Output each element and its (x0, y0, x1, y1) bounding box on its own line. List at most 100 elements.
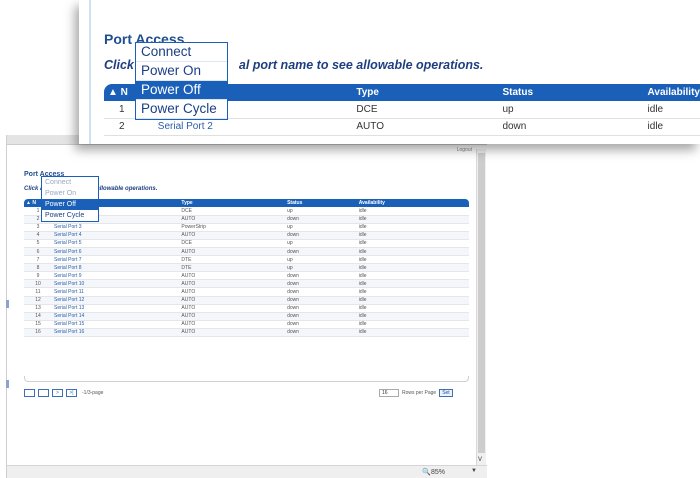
next-page-button[interactable]: > (52, 389, 63, 397)
logout-link[interactable]: Logout (457, 147, 472, 153)
port-number: 2 (104, 118, 154, 136)
menu-item-power-cycle[interactable]: Power Cycle (42, 210, 98, 221)
table-row[interactable]: 4 Serial Port 4 AUTO down idle (24, 231, 469, 240)
table-row[interactable]: 15 Serial Port 15 AUTO down idle (24, 320, 469, 329)
rows-per-page-control: 16 Rows per Page Set (379, 389, 453, 397)
table-row[interactable]: 7 Serial Port 7 DTE up idle (24, 255, 469, 265)
port-status: up (285, 207, 357, 216)
port-name-link[interactable]: Serial Port 14 (52, 312, 180, 321)
port-type: AUTO (179, 287, 286, 297)
col-type-header[interactable]: Type (179, 199, 286, 207)
port-name-link[interactable]: Serial Port 7 (52, 255, 180, 265)
port-name-link[interactable]: Serial Port 6 (52, 247, 180, 257)
port-availability: idle (356, 328, 469, 338)
port-type: AUTO (179, 304, 286, 313)
table-row[interactable]: 6 Serial Port 6 AUTO down idle (24, 247, 469, 257)
menu-item-connect[interactable]: Connect (42, 177, 98, 188)
port-status: down (285, 296, 357, 305)
port-status: down (285, 312, 357, 321)
port-name-link[interactable]: Serial Port 5 (52, 239, 180, 248)
port-availability: idle (356, 223, 469, 232)
inset-frame-edge (89, 0, 91, 144)
menu-item-power-on[interactable]: Power On (42, 188, 98, 199)
table-row[interactable]: 10 Serial Port 10 AUTO down idle (24, 279, 469, 289)
port-type: AUTO (179, 247, 286, 257)
table-row[interactable]: 11 Serial Port 11 AUTO down idle (24, 287, 469, 297)
col-availability-header[interactable]: Availability (356, 199, 469, 207)
vertical-scrollbar[interactable]: v (476, 149, 486, 465)
port-name-link[interactable]: Serial Port 16 (52, 328, 180, 338)
scrollbar-thumb[interactable] (478, 153, 485, 453)
inset-col-status-header[interactable]: Status (498, 84, 644, 101)
port-number: 6 (24, 247, 52, 257)
port-table-body: 1DCEupidle2Serial Port 2AUTOdownidle3Ser… (24, 207, 469, 338)
menu-item-power-cycle[interactable]: Power Cycle (136, 100, 227, 119)
port-name-link[interactable]: Serial Port 13 (52, 304, 180, 313)
first-page-button[interactable] (24, 389, 35, 397)
col-status-header[interactable]: Status (285, 199, 357, 207)
inset-col-availability-header[interactable]: Availability (643, 84, 700, 101)
port-availability: idle (356, 207, 469, 216)
window-edge-mark (6, 380, 9, 388)
table-row[interactable]: 5 Serial Port 5 DCE up idle (24, 239, 469, 248)
port-status: down (285, 320, 357, 329)
menu-item-power-on[interactable]: Power On (136, 62, 227, 81)
port-number: 15 (24, 320, 52, 329)
menu-item-power-off[interactable]: Power Off (42, 199, 98, 210)
port-availability: idle (356, 255, 469, 265)
prev-page-button[interactable] (38, 389, 49, 397)
port-availability: idle (643, 101, 700, 119)
page-indicator: -1/3-page (82, 390, 104, 396)
port-type: DTE (179, 263, 286, 273)
port-name-link[interactable]: Serial Port 11 (52, 287, 180, 297)
port-status: down (285, 271, 357, 281)
port-type: DCE (179, 239, 286, 248)
port-availability: idle (356, 279, 469, 289)
table-row[interactable]: 13 Serial Port 13 AUTO down idle (24, 304, 469, 313)
port-name-link[interactable]: Serial Port 4 (52, 231, 180, 240)
port-number: 12 (24, 296, 52, 305)
port-name-link[interactable]: Serial Port 15 (52, 320, 180, 329)
port-availability: idle (356, 239, 469, 248)
port-name-link[interactable]: Serial Port 3 (52, 223, 180, 232)
last-page-button[interactable]: >| (66, 389, 77, 397)
port-name-link[interactable]: Serial Port 2 (153, 118, 353, 136)
table-row[interactable]: 12 Serial Port 12 AUTO down idle (24, 296, 469, 305)
port-number: 8 (24, 263, 52, 273)
table-row[interactable]: 16 Serial Port 16 AUTO down idle (24, 328, 469, 338)
table-row[interactable]: 2Serial Port 2AUTOdownidle (104, 118, 700, 136)
port-name-link[interactable]: Serial Port 10 (52, 279, 180, 289)
table-row[interactable]: 3 Serial Port 3 PowerStrip up idle (24, 223, 469, 232)
port-availability: idle (356, 304, 469, 313)
port-availability: idle (356, 296, 469, 305)
scroll-down-icon[interactable]: v (478, 454, 482, 463)
port-name-link[interactable]: Serial Port 8 (52, 263, 180, 273)
inset-col-type-header[interactable]: Type (352, 84, 499, 101)
browser-status-bar: 🔍85% ▼ (7, 465, 487, 478)
table-row[interactable]: 8 Serial Port 8 DTE up idle (24, 263, 469, 273)
port-type: AUTO (179, 271, 286, 281)
port-status: down (285, 304, 357, 313)
port-status: up (285, 263, 357, 273)
zoom-level[interactable]: 🔍85% (422, 468, 445, 476)
port-status: down (285, 328, 357, 338)
menu-item-power-off[interactable]: Power Off (136, 81, 227, 100)
rows-per-page-input[interactable]: 16 (379, 389, 399, 397)
port-type: AUTO (179, 312, 286, 321)
port-availability: idle (356, 271, 469, 281)
table-row[interactable]: 9 Serial Port 9 AUTO down idle (24, 271, 469, 281)
port-status: down (285, 231, 357, 240)
port-number: 5 (24, 239, 52, 248)
port-number: 4 (24, 231, 52, 240)
menu-item-connect[interactable]: Connect (136, 43, 227, 62)
port-status: up (285, 223, 357, 232)
port-type: AUTO (179, 279, 286, 289)
port-name-link[interactable]: Serial Port 12 (52, 296, 180, 305)
screenshot-stage: Logout Port Access Click al port name to… (0, 0, 700, 478)
port-status: down (285, 215, 357, 224)
rows-per-page-set-button[interactable]: Set (439, 389, 453, 397)
port-number: 10 (24, 279, 52, 289)
port-name-link[interactable]: Serial Port 9 (52, 271, 180, 281)
zoom-dropdown-icon[interactable]: ▼ (471, 468, 477, 474)
table-row[interactable]: 14 Serial Port 14 AUTO down idle (24, 312, 469, 321)
